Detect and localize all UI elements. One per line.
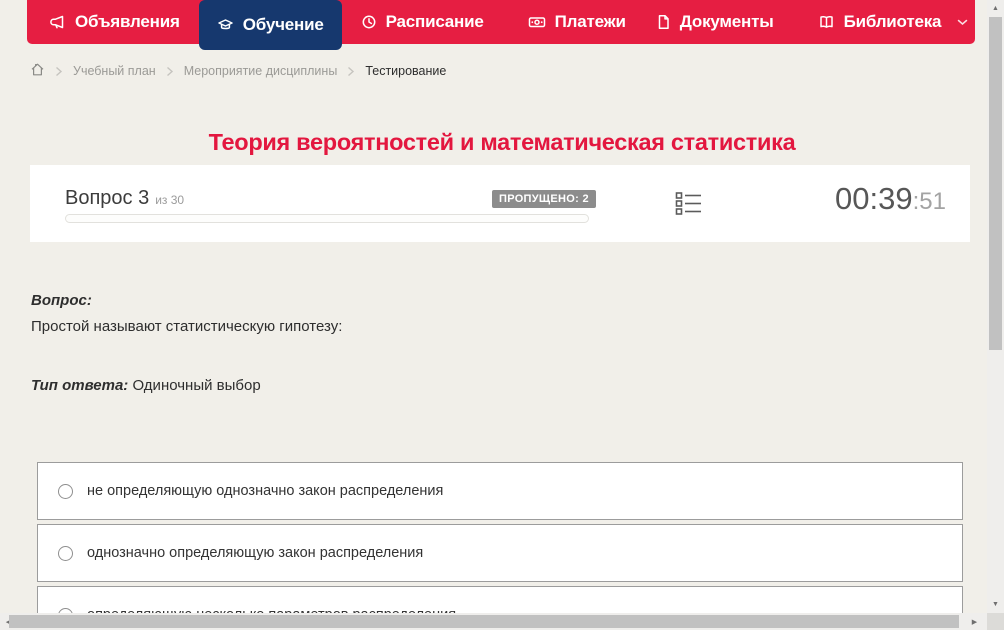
question-text: Простой называют статистическую гипотезу… [31, 318, 343, 335]
graduation-cap-icon [217, 17, 234, 33]
banknote-icon [528, 14, 546, 30]
nav-tab-label: Документы [679, 12, 774, 31]
nav-tab-label: Платежи [554, 12, 626, 31]
breadcrumb-study-plan[interactable]: Учебный план [73, 64, 156, 78]
breadcrumb-testing: Тестирование [365, 64, 447, 78]
nav-tab-learning[interactable]: Обучение [198, 0, 342, 50]
main-navbar: Объявления Обучение Расписание Платежи Д… [27, 0, 975, 50]
answer-option-label: не определяющую однозначно закон распред… [87, 483, 444, 499]
book-icon [818, 14, 835, 30]
scrollbar-corner [987, 613, 1004, 630]
scroll-up-arrow-icon[interactable]: ▲ [987, 1, 1004, 16]
nav-tab-documents[interactable]: Документы [641, 0, 789, 44]
answer-option-1[interactable]: не определяющую однозначно закон распред… [37, 462, 963, 520]
megaphone-icon [50, 14, 66, 30]
nav-tab-payments[interactable]: Платежи [513, 0, 641, 44]
nav-tab-label: Расписание [385, 12, 484, 31]
document-icon [656, 14, 671, 30]
home-icon[interactable] [30, 62, 45, 80]
horizontal-scrollbar[interactable]: ◀ ▶ [0, 613, 987, 630]
nav-tab-schedule[interactable]: Расписание [346, 0, 499, 44]
quiz-progress-bar [65, 214, 589, 223]
question-number: Вопрос 3 [65, 187, 150, 209]
chevron-right-icon [166, 66, 174, 77]
quiz-header-panel: Вопрос 3 из 30 ПРОПУЩЕНО: 2 00:39:51 [30, 165, 970, 242]
answer-options: не определяющую однозначно закон распред… [37, 462, 963, 630]
radio-button[interactable] [58, 483, 73, 499]
clock-icon [361, 14, 377, 30]
answer-option-label: однозначно определяющую закон распределе… [87, 545, 424, 561]
answer-type-value: Одиночный выбор [132, 377, 261, 394]
radio-button[interactable] [58, 545, 73, 561]
question-list-icon[interactable] [675, 191, 702, 221]
skipped-badge: ПРОПУЩЕНО: 2 [492, 190, 596, 208]
answer-type-label: Тип ответа: [31, 377, 129, 394]
scroll-down-arrow-icon[interactable]: ▼ [987, 597, 1004, 612]
nav-tab-label: Библиотека [843, 12, 942, 31]
screen: Объявления Обучение Расписание Платежи Д… [0, 0, 1004, 630]
vertical-scrollbar-thumb[interactable] [989, 17, 1002, 350]
page-title: Теория вероятностей и математическая ста… [208, 128, 796, 155]
answer-option-2[interactable]: однозначно определяющую закон распределе… [37, 524, 963, 582]
scroll-right-arrow-icon[interactable]: ▶ [966, 614, 983, 629]
question-total: из 30 [155, 193, 185, 207]
chevron-down-icon [957, 19, 968, 26]
chevron-right-icon [55, 66, 63, 77]
answer-type-row: Тип ответа: Одиночный выбор [31, 377, 961, 394]
question-counter: Вопрос 3 из 30 [65, 187, 184, 210]
quiz-timer: 00:39:51 [835, 181, 946, 217]
horizontal-scrollbar-thumb[interactable] [9, 615, 959, 628]
nav-tab-library[interactable]: Библиотека [803, 0, 984, 44]
nav-tab-label: Объявления [75, 12, 180, 31]
breadcrumb-discipline-event[interactable]: Мероприятие дисциплины [184, 64, 338, 78]
chevron-right-icon [347, 66, 355, 77]
breadcrumb: Учебный план Мероприятие дисциплины Тест… [30, 62, 446, 80]
question-block: Вопрос: Простой называют статистическую … [31, 292, 961, 394]
nav-tab-announcements[interactable]: Объявления [35, 0, 195, 44]
timer-hours-minutes: 00:39 [835, 181, 913, 216]
vertical-scrollbar[interactable]: ▲ ▼ [987, 0, 1004, 613]
timer-seconds: :51 [912, 188, 946, 215]
nav-tab-label: Обучение [242, 15, 324, 34]
question-prompt-label: Вопрос: [31, 292, 92, 309]
